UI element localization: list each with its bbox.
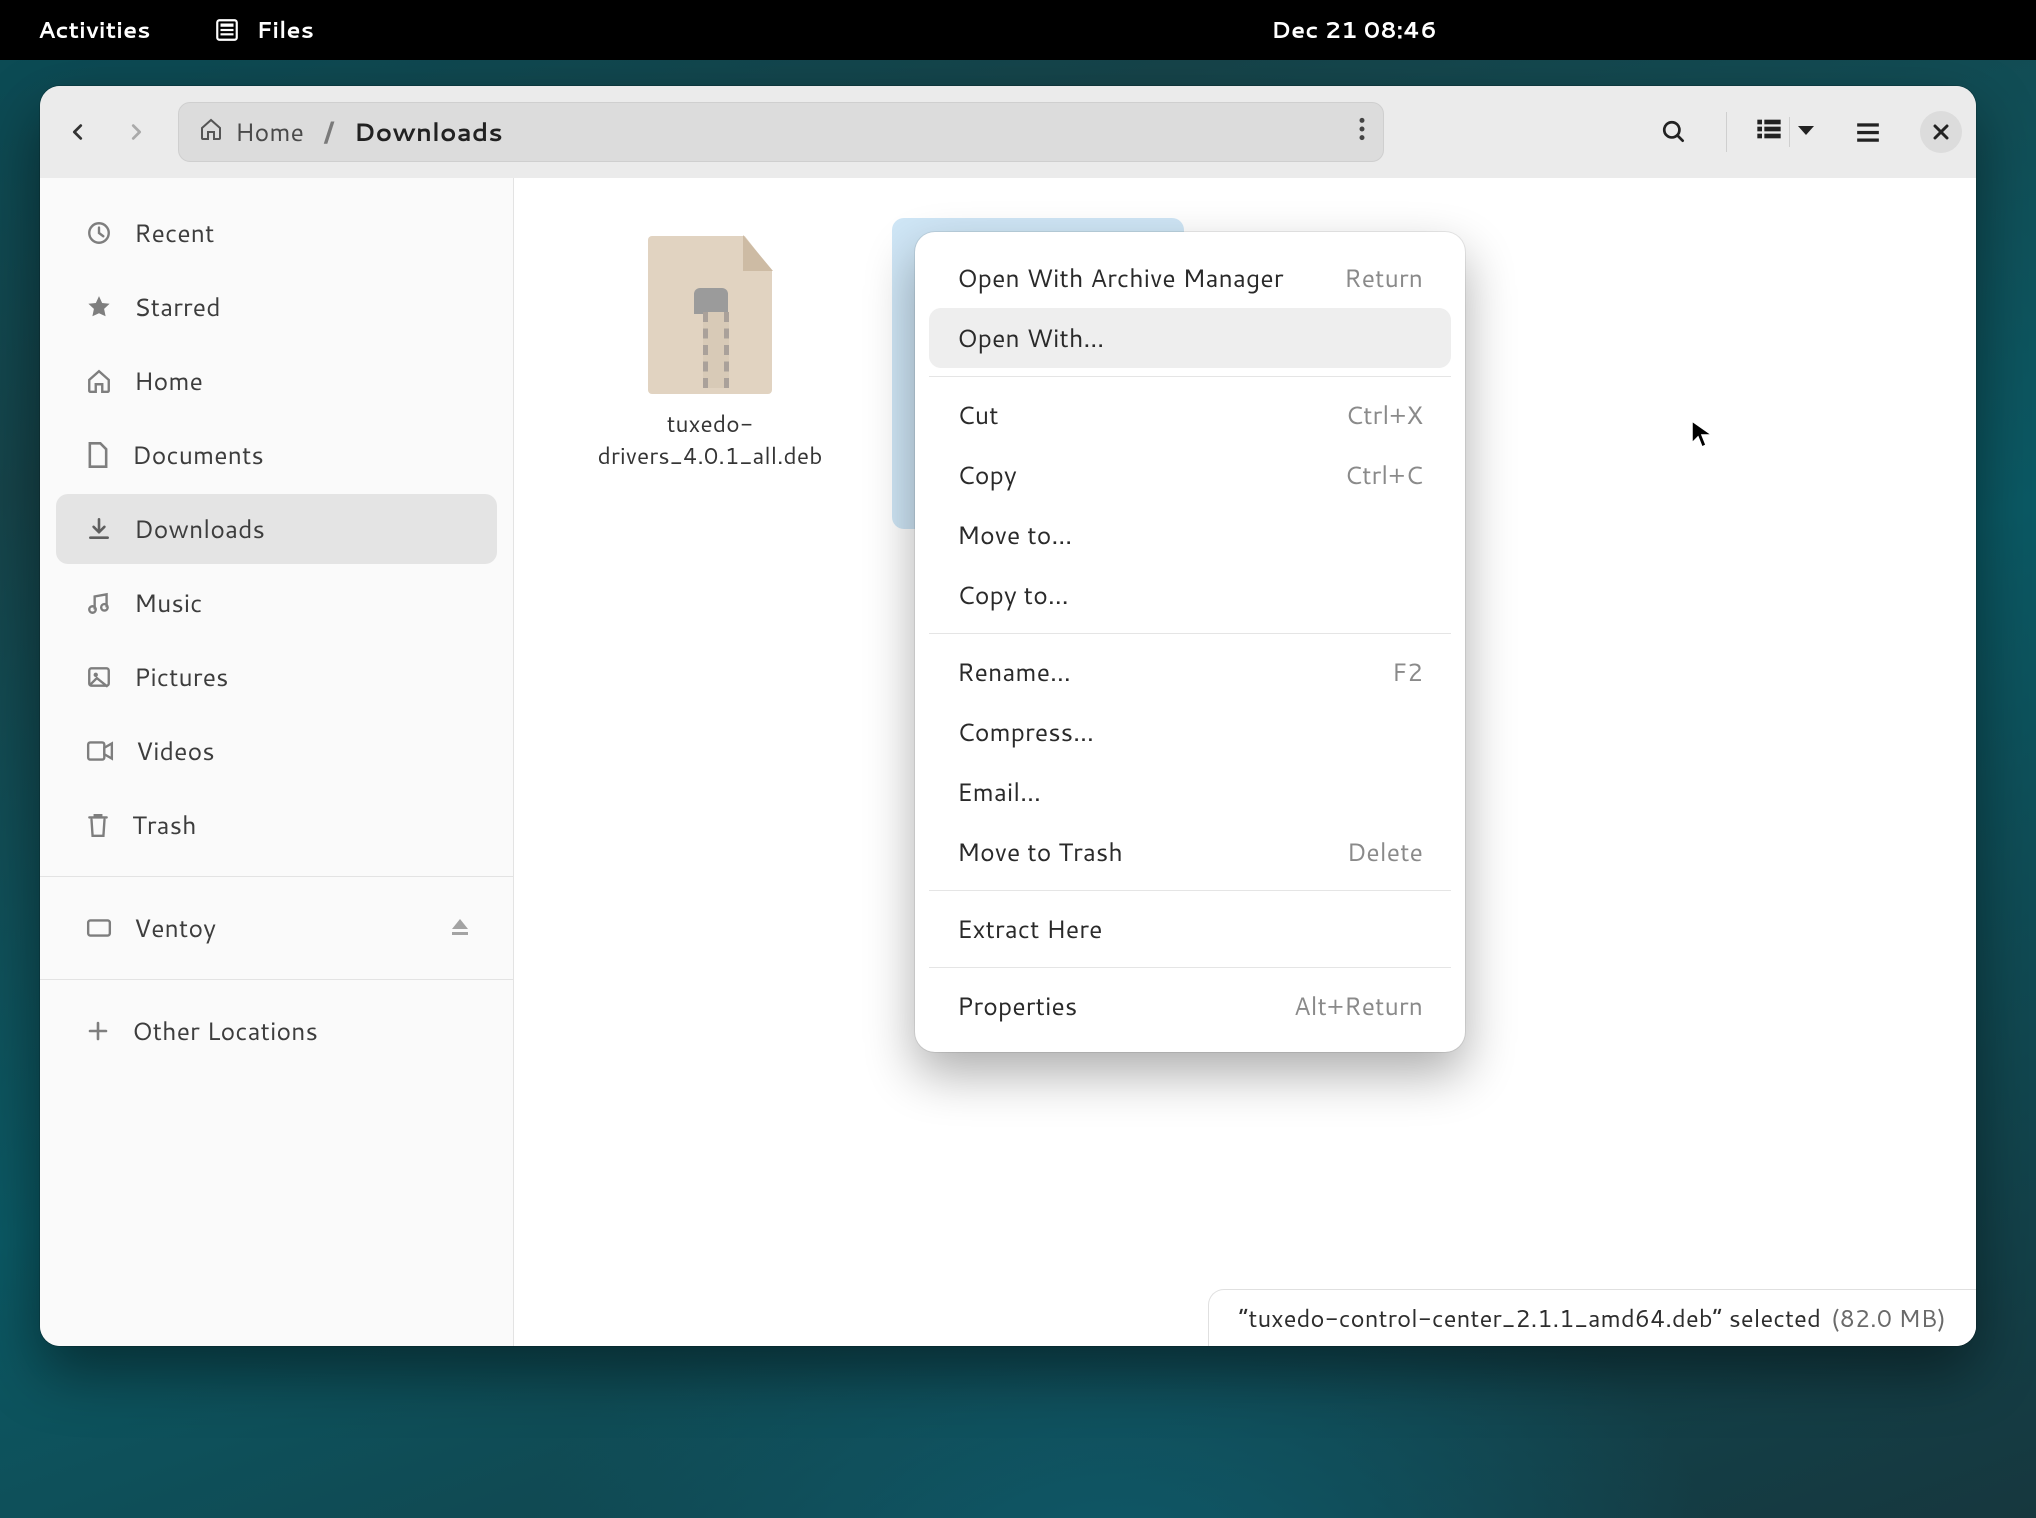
sidebar-item-label: Documents: [132, 438, 467, 473]
ctx-label: Properties: [957, 989, 1077, 1024]
home-icon: [199, 115, 223, 150]
breadcrumb-home-label: Home: [235, 115, 304, 150]
view-divider: [1789, 117, 1790, 147]
ctx-shortcut: F2: [1392, 655, 1423, 690]
sidebar-separator: [40, 876, 513, 877]
sidebar-separator: [40, 979, 513, 980]
ctx-cut[interactable]: Cut Ctrl+X: [929, 385, 1451, 445]
ctx-shortcut: Alt+Return: [1294, 989, 1423, 1024]
ctx-compress[interactable]: Compress…: [929, 702, 1451, 762]
sidebar-item-downloads[interactable]: Downloads: [56, 494, 497, 564]
active-app-name: Files: [256, 14, 313, 46]
ctx-label: Email…: [957, 775, 1041, 810]
ctx-separator: [929, 890, 1451, 891]
sidebar-item-label: Recent: [134, 216, 467, 251]
sidebar-item-home[interactable]: Home: [56, 346, 497, 416]
sidebar-item-starred[interactable]: Starred: [56, 272, 497, 342]
sidebar-item-label: Home: [134, 364, 467, 399]
sidebar-item-label: Music: [134, 586, 467, 621]
sidebar-item-label: Downloads: [134, 512, 467, 547]
ctx-move-to-trash[interactable]: Move to Trash Delete: [929, 822, 1451, 882]
ctx-properties[interactable]: Properties Alt+Return: [929, 976, 1451, 1036]
path-bar[interactable]: Home / Downloads: [178, 102, 1384, 162]
sidebar-item-ventoy[interactable]: Ventoy: [56, 893, 497, 963]
sidebar-item-trash[interactable]: Trash: [56, 790, 497, 860]
ctx-label: Compress…: [957, 715, 1094, 750]
ctx-copy-to[interactable]: Copy to…: [929, 565, 1451, 625]
sidebar-item-documents[interactable]: Documents: [56, 420, 497, 490]
hamburger-menu-button[interactable]: [1844, 108, 1892, 156]
activities-button[interactable]: Activities: [38, 14, 150, 46]
list-view-button[interactable]: [1755, 116, 1783, 148]
ctx-open-with[interactable]: Open With…: [929, 308, 1451, 368]
ctx-shortcut: Delete: [1347, 835, 1423, 870]
ctx-label: Rename…: [957, 655, 1071, 690]
active-app-indicator[interactable]: Files: [214, 14, 313, 46]
ctx-shortcut: Ctrl+X: [1345, 398, 1423, 433]
search-button[interactable]: [1650, 108, 1698, 156]
sidebar-item-other-locations[interactable]: Other Locations: [56, 996, 497, 1066]
ctx-shortcut: Ctrl+C: [1344, 458, 1423, 493]
ctx-rename[interactable]: Rename… F2: [929, 642, 1451, 702]
ctx-label: Copy to…: [957, 578, 1069, 613]
ctx-label: Move to…: [957, 518, 1072, 553]
ctx-copy[interactable]: Copy Ctrl+C: [929, 445, 1451, 505]
ctx-email[interactable]: Email…: [929, 762, 1451, 822]
sidebar-item-recent[interactable]: Recent: [56, 198, 497, 268]
status-text: “tuxedo-control-center_2.1.1_amd64.deb” …: [1239, 1301, 1821, 1335]
sidebar-item-label: Pictures: [134, 660, 467, 695]
status-bar: “tuxedo-control-center_2.1.1_amd64.deb” …: [1208, 1289, 1976, 1346]
view-options-dropdown[interactable]: [1796, 120, 1816, 144]
sidebar-item-videos[interactable]: Videos: [56, 716, 497, 786]
breadcrumb-home[interactable]: Home: [199, 115, 304, 150]
sidebar-item-pictures[interactable]: Pictures: [56, 642, 497, 712]
ctx-label: Extract Here: [957, 912, 1102, 947]
status-size: (82.0 MB): [1831, 1301, 1946, 1335]
breadcrumb-separator: /: [322, 112, 336, 152]
ctx-label: Open With…: [957, 321, 1104, 356]
sidebar-item-label: Starred: [134, 290, 467, 325]
sidebar-item-label: Other Locations: [132, 1014, 467, 1049]
ctx-label: Cut: [957, 398, 999, 433]
sidebar-item-label: Videos: [136, 734, 467, 769]
ctx-label: Move to Trash: [957, 835, 1123, 870]
places-sidebar: Recent Starred Home Documents Downloads …: [40, 178, 514, 1346]
sidebar-item-label: Trash: [132, 808, 467, 843]
ctx-open-archive-manager[interactable]: Open With Archive Manager Return: [929, 248, 1451, 308]
ctx-separator: [929, 633, 1451, 634]
clock[interactable]: Dec 21 08:46: [1271, 14, 1437, 46]
mouse-cursor-icon: [1690, 419, 1714, 455]
file-context-menu: Open With Archive Manager Return Open Wi…: [915, 232, 1465, 1052]
ctx-move-to[interactable]: Move to…: [929, 505, 1451, 565]
ctx-extract-here[interactable]: Extract Here: [929, 899, 1451, 959]
sidebar-item-label: Ventoy: [134, 911, 467, 946]
headerbar-divider: [1726, 112, 1727, 152]
ctx-separator: [929, 967, 1451, 968]
files-app-icon: [214, 17, 240, 43]
ctx-separator: [929, 376, 1451, 377]
ctx-shortcut: Return: [1344, 261, 1423, 296]
archive-file-icon: [648, 236, 772, 394]
nav-forward-button[interactable]: [112, 108, 160, 156]
path-menu-button[interactable]: [1357, 116, 1367, 148]
gnome-top-panel: Activities Files Dec 21 08:46: [0, 0, 2036, 60]
file-name: tuxedo-drivers_4.0.1_all.deb: [595, 408, 825, 472]
ctx-label: Open With Archive Manager: [957, 261, 1284, 296]
window-close-button[interactable]: [1920, 111, 1962, 153]
headerbar: Home / Downloads: [40, 86, 1976, 179]
breadcrumb-current[interactable]: Downloads: [354, 115, 503, 150]
file-item[interactable]: tuxedo-drivers_4.0.1_all.deb: [564, 218, 856, 529]
nav-back-button[interactable]: [54, 108, 102, 156]
sidebar-item-music[interactable]: Music: [56, 568, 497, 638]
eject-icon[interactable]: [449, 911, 471, 946]
ctx-label: Copy: [957, 458, 1017, 493]
